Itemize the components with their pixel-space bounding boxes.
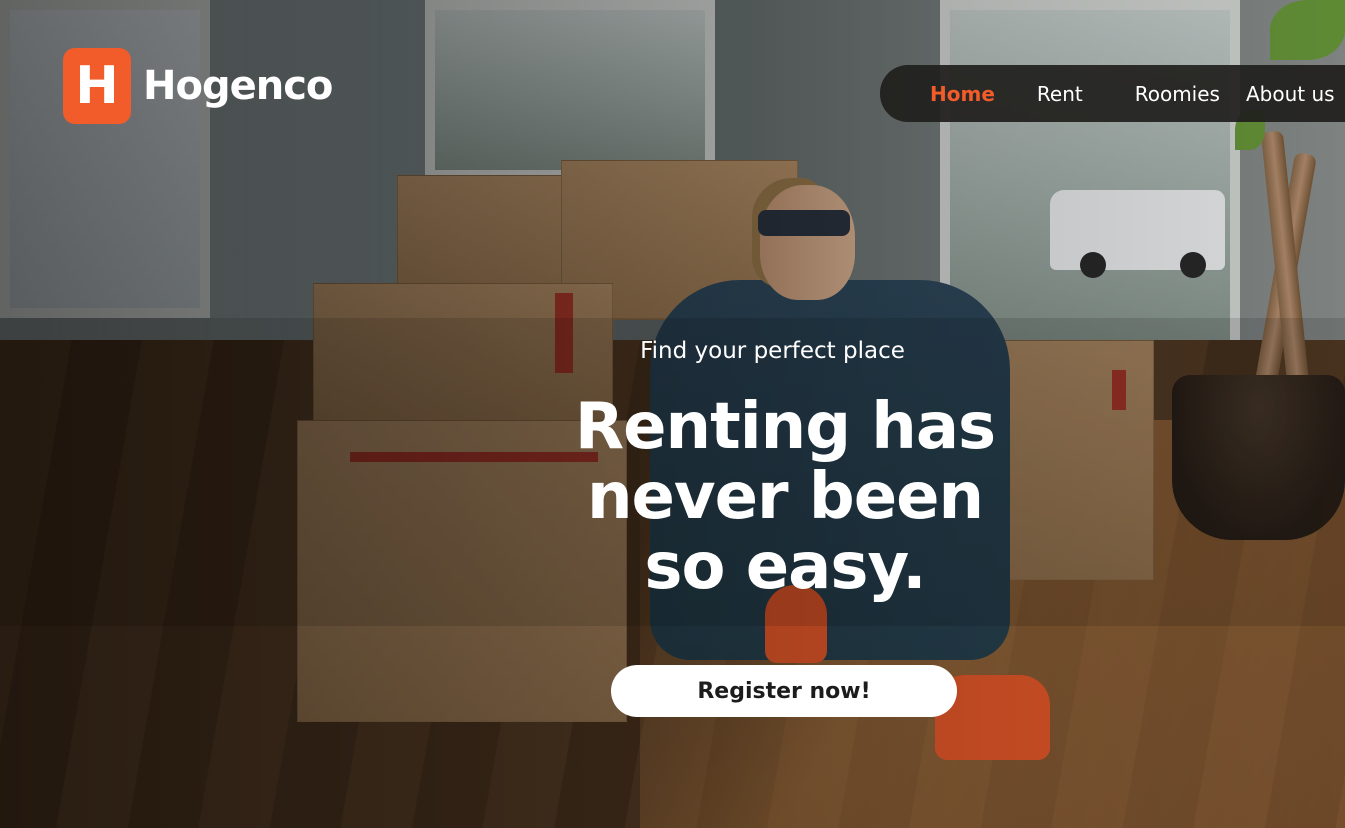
main-navigation: Home Rent Roomies About us [880, 65, 1345, 122]
hero-eyebrow: Find your perfect place [640, 338, 905, 364]
hero-title: Renting has never been so easy. [560, 392, 1010, 602]
nav-item-about-us[interactable]: About us [1246, 82, 1335, 106]
brand-name: Hogenco [143, 63, 333, 109]
nav-item-home[interactable]: Home [930, 82, 995, 106]
hero-title-line: so easy. [644, 530, 926, 604]
register-now-button[interactable]: Register now! [611, 665, 957, 717]
logo-letter: H [75, 56, 119, 116]
logo-badge-icon: H [63, 48, 131, 124]
nav-item-rent[interactable]: Rent [1037, 82, 1083, 106]
hero-title-line: never been [586, 460, 984, 534]
brand-logo[interactable]: H Hogenco [63, 48, 333, 124]
hero-title-line: Renting has [574, 390, 996, 464]
nav-item-roomies[interactable]: Roomies [1135, 82, 1220, 106]
